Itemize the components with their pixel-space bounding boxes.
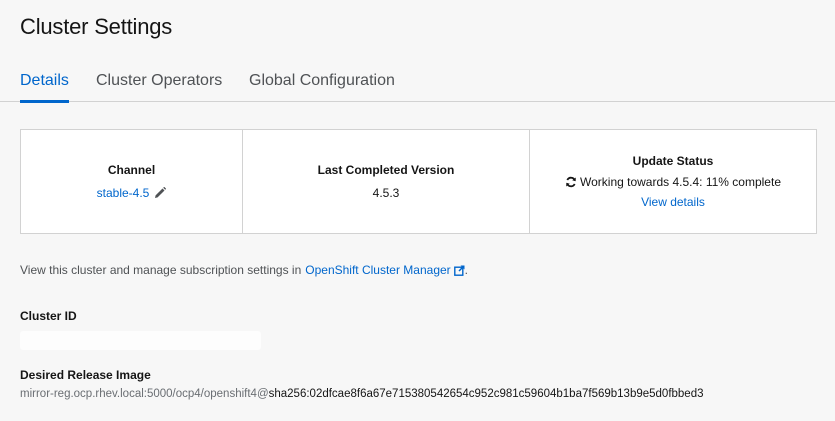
last-completed-version-section: Last Completed Version 4.5.3 — [243, 130, 530, 233]
channel-value-row: stable-4.5 — [97, 186, 167, 200]
view-details-link[interactable]: View details — [641, 195, 705, 209]
tab-global-configuration[interactable]: Global Configuration — [249, 72, 395, 102]
tab-cluster-operators[interactable]: Cluster Operators — [96, 72, 222, 102]
release-image-prefix: mirror-reg.ocp.rhev.local:5000/ocp4/open… — [20, 388, 269, 400]
cluster-id-value — [20, 331, 261, 350]
release-image-hash: sha256:02dfcae8f6a67e715380542654c952c98… — [268, 388, 704, 400]
update-status-text: Working towards 4.5.4: 11% complete — [580, 175, 781, 189]
cluster-id-label: Cluster ID — [20, 309, 77, 323]
details-card: Channel stable-4.5 Last Completed Versio… — [20, 129, 817, 234]
info-text: View this cluster and manage subscriptio… — [20, 263, 302, 277]
desired-release-image-value: mirror-reg.ocp.rhev.local:5000/ocp4/open… — [20, 388, 704, 400]
info-suffix: . — [464, 263, 469, 277]
update-status-label: Update Status — [632, 154, 714, 168]
channel-link[interactable]: stable-4.5 — [97, 186, 150, 200]
pencil-icon[interactable] — [154, 186, 167, 199]
external-link-icon[interactable] — [453, 264, 465, 276]
channel-label: Channel — [107, 163, 156, 177]
cluster-manager-info: View this cluster and manage subscriptio… — [20, 263, 468, 277]
desired-release-image-label: Desired Release Image — [20, 368, 151, 382]
page-title: Cluster Settings — [20, 14, 173, 39]
sync-icon — [565, 176, 577, 188]
openshift-cluster-manager-link[interactable]: OpenShift Cluster Manager — [305, 263, 450, 277]
tab-bar: Details Cluster Operators Global Configu… — [0, 62, 835, 103]
update-status-section: Update Status Working towards 4.5.4: 11%… — [530, 130, 816, 233]
last-completed-version-label: Last Completed Version — [317, 163, 455, 177]
update-status-row: Working towards 4.5.4: 11% complete — [565, 175, 781, 189]
last-completed-version-value: 4.5.3 — [372, 186, 400, 200]
tab-details[interactable]: Details — [20, 72, 69, 103]
channel-section: Channel stable-4.5 — [21, 130, 243, 233]
